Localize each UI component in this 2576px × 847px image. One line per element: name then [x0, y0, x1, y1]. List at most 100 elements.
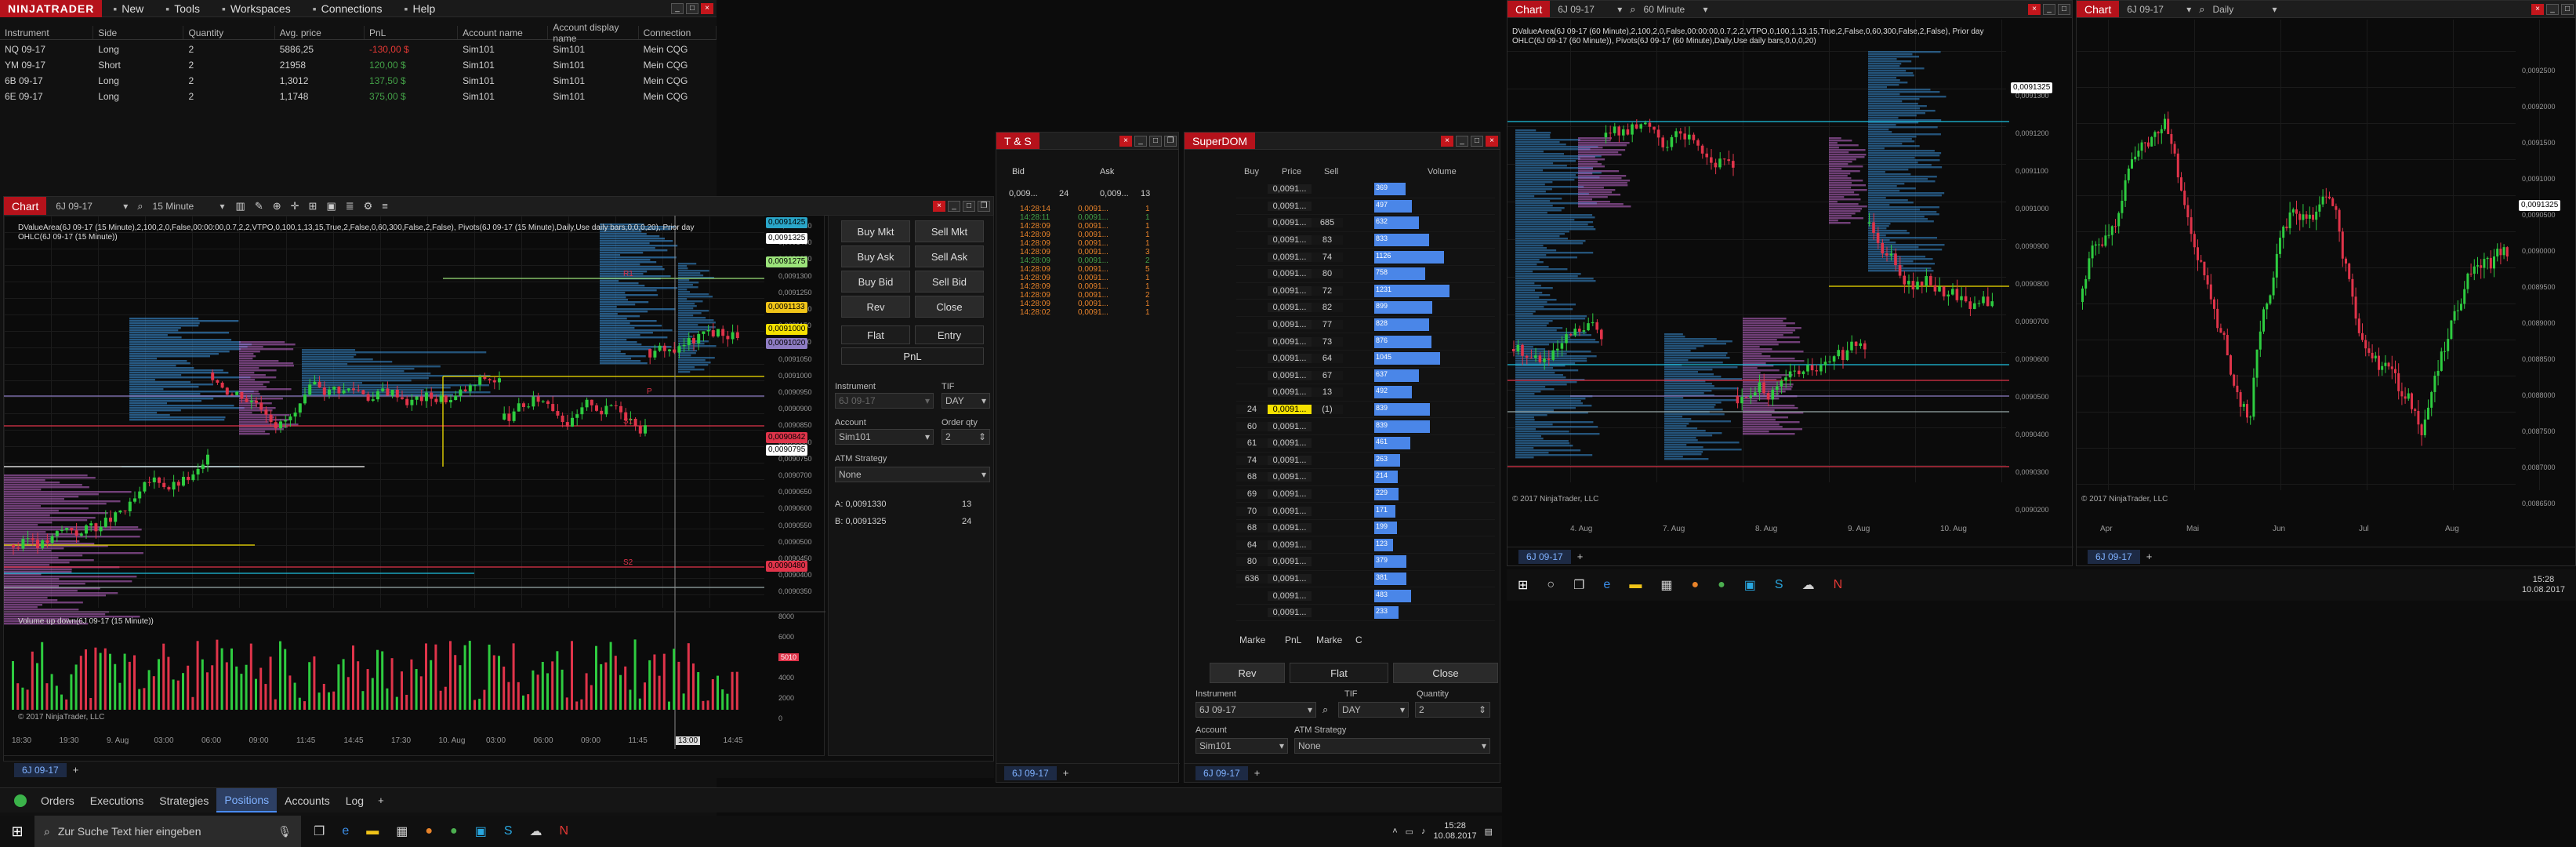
add-tab-icon[interactable]: +: [73, 764, 79, 776]
edge-icon[interactable]: e: [342, 824, 349, 838]
strategies-icon[interactable]: ⚙: [364, 200, 373, 213]
tab-6j[interactable]: 6J 09-17: [1518, 549, 1571, 564]
menu-connections[interactable]: ▪ Connections: [302, 2, 394, 15]
store-icon[interactable]: ▦: [396, 823, 408, 839]
file-explorer-icon[interactable]: ▬: [1629, 578, 1642, 592]
minimize-icon[interactable]: _: [2043, 3, 2055, 15]
price-axis[interactable]: 0,0091300 0,0091200 0,0091100 0,0091000 0,00…: [2008, 20, 2070, 514]
atm-select[interactable]: None ▾: [835, 467, 990, 482]
dom-row[interactable]: 0,0091... 73 876: [1236, 333, 1495, 351]
dom-sell[interactable]: 64: [1312, 354, 1343, 364]
tab-log[interactable]: Log: [338, 788, 372, 812]
search-icon[interactable]: ⌕: [2199, 3, 2204, 16]
tab-6j[interactable]: 6J 09-17: [2088, 549, 2140, 564]
dom-row[interactable]: 0,0091... 72 1231: [1236, 283, 1495, 300]
dom-buy[interactable]: 68: [1236, 523, 1268, 533]
stepper-icon[interactable]: ⇕: [1478, 704, 1486, 715]
dom-row[interactable]: 0,0091... 80 758: [1236, 266, 1495, 283]
chart-60min-canvas[interactable]: [1508, 20, 2072, 537]
chrome-icon[interactable]: ●: [450, 824, 458, 838]
stepper-icon[interactable]: ⇕: [978, 431, 986, 442]
market-right-label[interactable]: Marke: [1316, 634, 1342, 645]
task-view-icon[interactable]: ❐: [1573, 577, 1584, 593]
dom-row[interactable]: 0,0091... 685 632: [1236, 215, 1495, 232]
dom-sell[interactable]: 83: [1312, 235, 1343, 245]
dom-buy[interactable]: 636: [1236, 573, 1268, 583]
maximize-icon[interactable]: □: [1149, 135, 1162, 147]
cortana-icon[interactable]: ○: [1547, 578, 1555, 592]
dom-row[interactable]: 68 0,0091... 199: [1236, 520, 1495, 537]
task-view-icon[interactable]: ❐: [314, 823, 325, 839]
add-tab-icon[interactable]: +: [378, 794, 384, 806]
tab-strategies[interactable]: Strategies: [151, 788, 216, 812]
dom-buy[interactable]: 80: [1236, 557, 1268, 567]
entry-button[interactable]: Entry: [915, 325, 984, 344]
crosshair-icon[interactable]: ✛: [291, 200, 299, 213]
sell-bid-button[interactable]: Sell Bid: [915, 271, 984, 293]
account-select[interactable]: Sim101 ▾: [835, 429, 934, 445]
dom-row[interactable]: 0,0091... 67 637: [1236, 368, 1495, 385]
add-tab-icon[interactable]: +: [1254, 767, 1261, 779]
maximize-icon[interactable]: □: [686, 2, 698, 14]
chart-60min-tab[interactable]: Chart: [1508, 1, 1551, 17]
dom-row[interactable]: 0,0091... 369: [1236, 181, 1495, 198]
file-explorer-icon[interactable]: ▬: [366, 824, 379, 838]
tab-executions[interactable]: Executions: [82, 788, 151, 812]
dom-row[interactable]: 0,0091... 13 492: [1236, 384, 1495, 402]
close-icon[interactable]: ×: [2028, 3, 2041, 15]
instrument-selector[interactable]: 6J 09-17 ▾: [53, 198, 132, 214]
restore-icon[interactable]: ❐: [1164, 135, 1177, 147]
instrument-selector[interactable]: 6J 09-17 ▾: [2124, 1, 2195, 17]
windows-start-icon[interactable]: ⊞: [0, 816, 34, 847]
dom-row[interactable]: 636 0,0091... 381: [1236, 571, 1495, 588]
close-icon[interactable]: ×: [933, 200, 945, 212]
app-icon[interactable]: ▣: [475, 823, 487, 839]
time-axis[interactable]: Apr Mai Jun Jul Aug: [2077, 523, 2516, 537]
properties-icon[interactable]: ≡: [382, 200, 388, 212]
dom-row[interactable]: 0,0091... 83 833: [1236, 232, 1495, 249]
dom-sell[interactable]: 77: [1312, 320, 1343, 330]
skype-icon[interactable]: S: [504, 824, 513, 838]
tray-up-icon[interactable]: ˄: [1392, 827, 1397, 836]
buy-mkt-button[interactable]: Buy Mkt: [841, 220, 910, 242]
menu-workspaces[interactable]: ▪ Workspaces: [211, 2, 302, 15]
tif-select[interactable]: DAY ▾: [1338, 702, 1409, 718]
table-row[interactable]: 6B 09-17 Long 2 1,3012 137,50 $ Sim101 Sim101 M…: [0, 73, 717, 89]
maximize-icon[interactable]: □: [2058, 3, 2070, 15]
market-left-label[interactable]: Marke: [1239, 634, 1265, 645]
flat-button[interactable]: Flat: [841, 325, 910, 344]
grid-icon[interactable]: ⊞: [309, 200, 317, 213]
dom-row[interactable]: 74 0,0091... 263: [1236, 453, 1495, 470]
ninjatrader-icon[interactable]: N: [560, 824, 569, 838]
search-icon[interactable]: ⌕: [1630, 3, 1635, 16]
chart-daily-tab[interactable]: Chart: [2077, 1, 2120, 17]
flat-button[interactable]: Flat: [1290, 663, 1388, 683]
minimize-icon[interactable]: _: [671, 2, 684, 14]
dom-row[interactable]: 0,0091... 483: [1236, 587, 1495, 605]
dom-sell[interactable]: 685: [1312, 218, 1343, 228]
dom-sell[interactable]: 13: [1312, 387, 1343, 398]
close-button[interactable]: Close: [1393, 663, 1498, 683]
close-icon[interactable]: ×: [701, 2, 713, 14]
tab-6j[interactable]: 6J 09-17: [14, 762, 67, 777]
app-icon[interactable]: ▣: [1744, 577, 1756, 593]
search-icon[interactable]: ⌕: [137, 200, 143, 213]
dom-sell[interactable]: (1): [1312, 405, 1343, 415]
quantity-stepper[interactable]: 2 ⇕: [1415, 702, 1490, 718]
table-row[interactable]: YM 09-17 Short 2 21958 120,00 $ Sim101 Sim101 M…: [0, 57, 717, 73]
interval-selector[interactable]: 60 Minute ▾: [1640, 1, 1711, 17]
dom-row[interactable]: 0,0091... 497: [1236, 198, 1495, 216]
time-axis[interactable]: 18:30 19:30 9. Aug 03:00 06:00 09:00 11:45 14:4…: [4, 735, 764, 751]
sell-mkt-button[interactable]: Sell Mkt: [915, 220, 984, 242]
account-select[interactable]: Sim101 ▾: [1195, 738, 1288, 754]
maximize-icon[interactable]: □: [963, 200, 975, 212]
close-icon[interactable]: ×: [1119, 135, 1132, 147]
interval-selector[interactable]: 15 Minute ▾: [149, 198, 228, 214]
app2-icon[interactable]: ☁: [530, 823, 542, 839]
dom-sell[interactable]: 67: [1312, 370, 1343, 380]
tab-positions[interactable]: Positions: [216, 788, 278, 812]
bar-type-icon[interactable]: ▥: [236, 200, 245, 213]
dom-row[interactable]: 69 0,0091... 229: [1236, 486, 1495, 503]
windows-start-icon[interactable]: ⊞: [1518, 577, 1528, 593]
minimize-icon[interactable]: _: [2546, 3, 2559, 15]
